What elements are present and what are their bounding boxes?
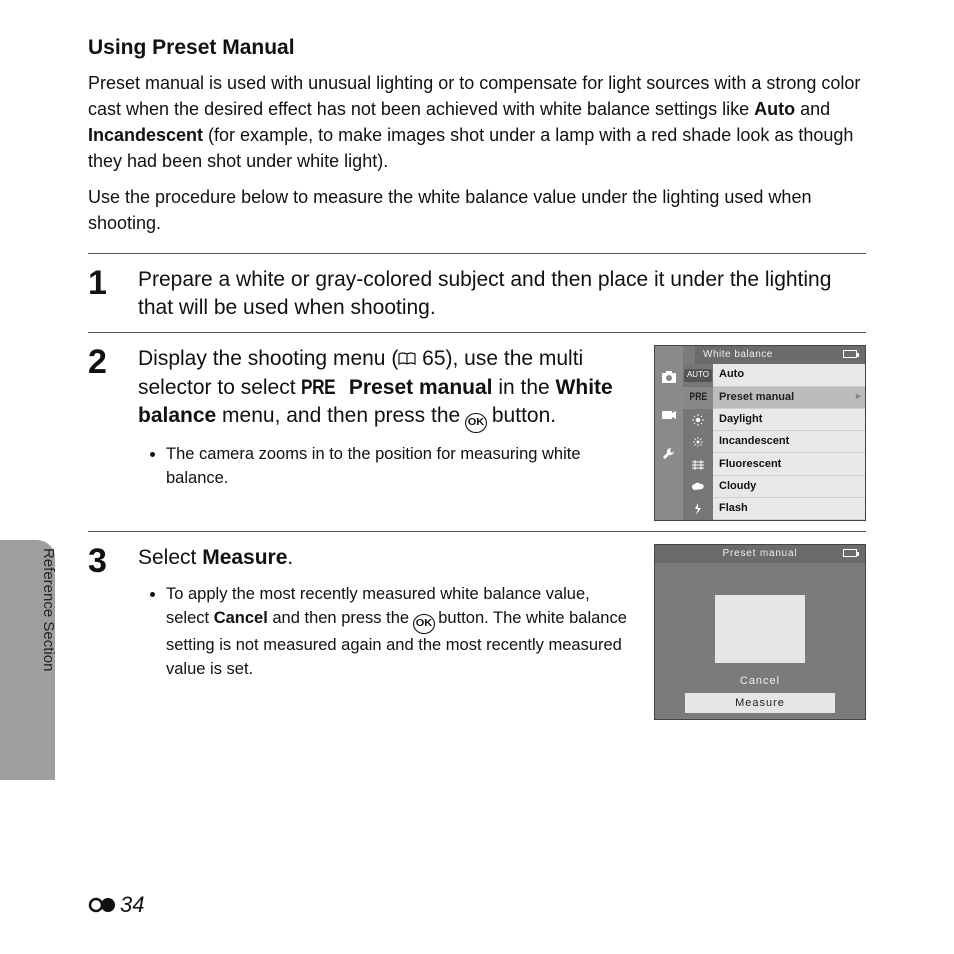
step-2-text: Display the shooting menu ( 65), use the… [138,345,636,432]
wb-icon-auto: AUTO [683,364,713,386]
wb-icon-cloudy [683,476,713,498]
intro-p1: Preset manual is used with unusual light… [88,70,866,174]
pre-chip: PRE [689,390,707,405]
camera-screen-wb-menu: White balance AUTO PRE [654,345,866,521]
pre-icon-label: PRE [301,374,335,402]
wb-item-preset-label: Preset manual [719,390,794,405]
side-section-label: Reference Section [40,548,57,671]
step-3-bullet-c: and then press the [268,609,414,627]
wb-item-incandescent[interactable]: Incandescent [713,431,865,453]
step-1-text: Prepare a white or gray-colored subject … [138,266,866,323]
battery-icon [843,350,857,358]
wb-menu-title-text: White balance [703,349,773,360]
wb-icon-flash [683,498,713,520]
step-3-text: Select Measure. [138,544,636,572]
step-2-e: menu, and then press the [216,404,466,427]
step-2-a: Display the shooting menu ( [138,347,398,370]
step-2: 2 Display the shooting menu ( 65), use t… [88,345,866,521]
intro-p2: Use the procedure below to measure the w… [88,184,866,236]
wrench-icon [661,446,677,460]
step-3-measure-bold: Measure [202,546,287,569]
intro-p1-a: Preset manual is used with unusual light… [88,73,860,119]
book-icon [398,346,416,360]
wb-menu-title: White balance [695,346,865,364]
preset-cancel-option[interactable]: Cancel [655,674,865,689]
reference-link-icon [88,896,118,914]
intro-incandescent-bold: Incandescent [88,125,203,145]
camera-icon [661,370,677,384]
step-1-number: 1 [88,266,118,300]
wb-item-preset[interactable]: Preset manual ▸ [713,387,865,409]
section-title: Using Preset Manual [88,36,866,60]
page-number: 34 [120,892,144,918]
step-3-cancel-bold: Cancel [214,609,268,627]
wb-item-cloudy[interactable]: Cloudy [713,476,865,498]
wb-item-daylight[interactable]: Daylight [713,409,865,431]
step-3-a: Select [138,546,202,569]
ok-button-icon-2: OK [413,614,435,634]
wb-icon-pre: PRE [683,387,713,409]
preset-screen-title: Preset manual [655,545,865,563]
step-2-bullet: The camera zooms in to the position for … [166,443,636,491]
step-3-c: . [287,546,293,569]
step-2-number: 2 [88,345,118,379]
camera-screen-preset: Preset manual Cancel Measure [654,544,866,720]
separator-1 [88,253,866,254]
step-3-bullet: To apply the most recently measured whit… [166,583,636,682]
step-3: 3 Select Measure. To apply the most rece… [88,544,866,720]
intro-p1-c: and [795,99,830,119]
step-2-preset-bold: Preset manual [343,376,492,399]
wb-item-flash[interactable]: Flash [713,498,865,520]
wb-icon-daylight [683,409,713,431]
intro-p1-e: (for example, to make images shot under … [88,125,853,171]
step-1: 1 Prepare a white or gray-colored subjec… [88,266,866,323]
preset-measure-frame [715,595,805,663]
chevron-right-icon: ▸ [856,390,861,404]
auto-chip: AUTO [684,369,712,382]
step-3-number: 3 [88,544,118,578]
wb-icon-fluorescent [683,453,713,475]
preset-measure-option[interactable]: Measure [685,693,835,713]
wb-icon-incandescent [683,431,713,453]
wb-item-fluorescent[interactable]: Fluorescent [713,453,865,475]
wb-item-auto[interactable]: Auto [713,364,865,386]
ok-button-icon: OK [465,413,487,433]
video-icon [661,408,677,422]
wb-menu-icon-column: AUTO PRE [683,364,713,520]
separator-2 [88,332,866,333]
step-2-f: button. [486,404,556,427]
step-2-c: in the [493,376,556,399]
page-footer: 34 [88,892,144,918]
wb-menu-list: Auto Preset manual ▸ Daylight Incandescen… [713,364,865,520]
intro-block: Preset manual is used with unusual light… [88,70,866,237]
battery-icon-2 [843,549,857,557]
intro-auto-bold: Auto [754,99,795,119]
separator-3 [88,531,866,532]
wb-menu-left-tabs [655,346,683,520]
preset-screen-title-text: Preset manual [723,548,798,559]
